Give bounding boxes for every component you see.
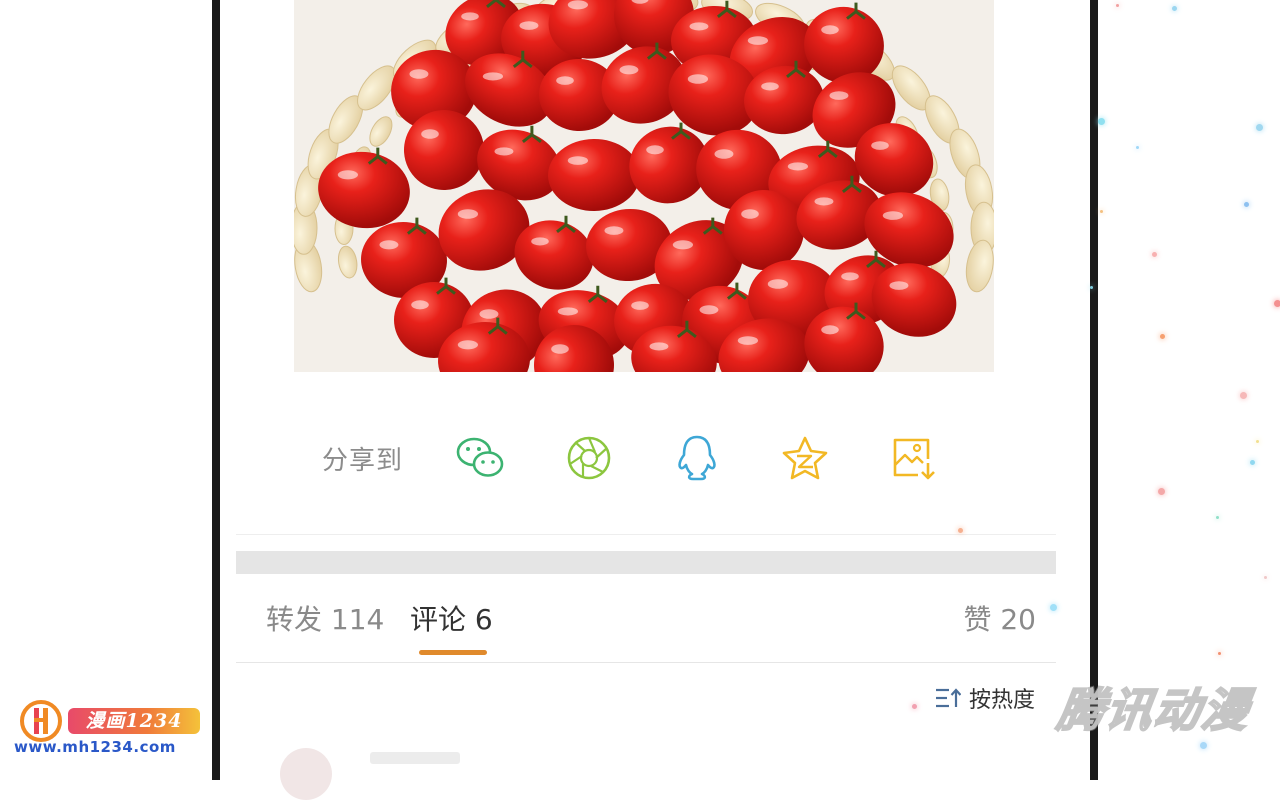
avatar[interactable] xyxy=(280,748,332,800)
sparkle-dot xyxy=(1158,488,1165,495)
tab-like[interactable]: 赞 20 xyxy=(963,598,1036,642)
sparkle-dot xyxy=(1160,334,1165,339)
sparkle-dot xyxy=(1240,392,1247,399)
sparkle-dot xyxy=(1116,4,1119,7)
sparkle-dot xyxy=(1256,440,1259,443)
tab-repost[interactable]: 转发 114 xyxy=(266,598,384,642)
sparkle-dot xyxy=(1100,210,1103,213)
qzone-icon[interactable] xyxy=(777,430,833,486)
share-row: 分享到 xyxy=(322,430,993,486)
sparkle-dot xyxy=(1136,146,1139,149)
sparkle-dot xyxy=(1152,252,1157,257)
qq-icon[interactable] xyxy=(669,430,725,486)
site-logo-icon xyxy=(18,700,64,742)
moments-icon[interactable] xyxy=(561,430,617,486)
sparkle-dot xyxy=(912,704,917,709)
comment-username[interactable] xyxy=(370,752,460,764)
divider xyxy=(236,534,1056,535)
sparkle-dot xyxy=(1172,6,1177,11)
sparkle-dot xyxy=(1098,118,1105,125)
sparkle-dot xyxy=(1264,576,1267,579)
tab-comment[interactable]: 评论 6 xyxy=(410,598,493,642)
site-tag: 漫画1234 xyxy=(68,708,200,734)
sparkle-dot xyxy=(1050,604,1057,611)
section-separator xyxy=(236,551,1056,574)
sparkle-dot xyxy=(1200,742,1207,749)
sort-icon xyxy=(935,688,961,708)
site-url: www.mh1234.com xyxy=(14,738,176,756)
sort-label: 按热度 xyxy=(968,688,1035,713)
sparkle-dot xyxy=(1244,202,1249,207)
sparkle-dot xyxy=(1090,286,1093,289)
sparkle-dot xyxy=(1216,516,1219,519)
sparkle-dot xyxy=(1274,300,1280,307)
interaction-tabs: 转发 114 评论 6 赞 20 xyxy=(236,598,1056,655)
active-tab-indicator xyxy=(419,650,487,655)
sparkle-dot xyxy=(1250,460,1255,465)
sort-by-hot-button[interactable]: 按热度 xyxy=(935,682,1035,714)
save-image-icon[interactable] xyxy=(885,430,941,486)
cherry-tomato-photo xyxy=(294,0,994,372)
brand-watermark: 腾讯动漫 xyxy=(1053,682,1255,738)
wechat-icon[interactable] xyxy=(453,430,509,486)
tabs-divider xyxy=(236,662,1056,663)
sparkle-dot xyxy=(1256,124,1263,131)
site-watermark: 漫画1234 www.mh1234.com xyxy=(12,698,202,758)
sparkle-dot xyxy=(958,528,963,533)
sparkle-dot xyxy=(1218,652,1221,655)
share-label: 分享到 xyxy=(322,445,404,476)
